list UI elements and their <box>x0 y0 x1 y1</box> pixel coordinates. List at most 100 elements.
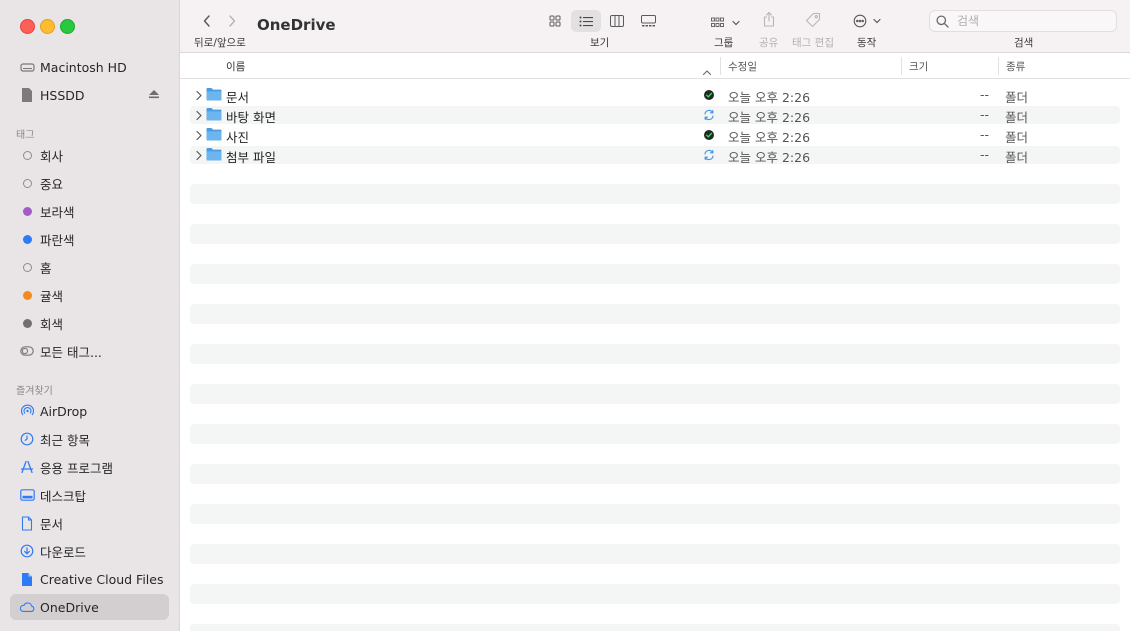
empty-row-stripe <box>190 224 1120 244</box>
column-header-bar: 이름 수정일 크기 종류 <box>180 53 1130 79</box>
search-field[interactable] <box>929 10 1117 32</box>
file-row[interactable]: 문서 오늘 오후 2:26 -- 폴더 <box>190 86 1120 105</box>
empty-row-stripe <box>190 264 1120 284</box>
action-label: 동작 <box>857 37 877 49</box>
columns-icon <box>610 15 624 27</box>
sidebar-item-label: 회색 <box>40 316 64 332</box>
sidebar-item-label: 파란색 <box>40 232 75 248</box>
sidebar-tag-blue[interactable]: 파란색 <box>10 226 169 252</box>
minimize-window-button[interactable] <box>40 19 55 34</box>
share-label: 공유 <box>759 37 779 49</box>
sidebar-item-onedrive[interactable]: OneDrive <box>10 594 169 620</box>
sidebar-item-label: 보라색 <box>40 204 75 220</box>
file-modified: 오늘 오후 2:26 <box>728 130 811 145</box>
external-drive-icon <box>19 87 35 103</box>
tag-dot-icon <box>19 231 35 247</box>
folder-icon <box>206 107 222 124</box>
disclosure-chevron-icon[interactable] <box>195 89 203 104</box>
gallery-view-button[interactable] <box>633 10 663 32</box>
zoom-window-button[interactable] <box>60 19 75 34</box>
sidebar-item-label: Macintosh HD <box>40 59 127 75</box>
empty-row-stripe <box>190 424 1120 444</box>
file-row[interactable]: 첨부 파일 오늘 오후 2:26 -- 폴더 <box>190 146 1120 165</box>
column-header-modified[interactable]: 수정일 <box>728 59 757 74</box>
sidebar-item-label: Creative Cloud Files <box>40 571 164 587</box>
sidebar-tag-purple[interactable]: 보라색 <box>10 198 169 224</box>
sidebar-item-label: HSSDD <box>40 87 85 103</box>
back-button[interactable] <box>202 13 212 32</box>
finder-window: Macintosh HD HSSDD 태그 회사 중요 보라색 파란색 홈 귤색… <box>0 0 1130 631</box>
share-button[interactable] <box>763 11 775 31</box>
folder-icon <box>206 87 222 104</box>
column-divider[interactable] <box>720 57 721 75</box>
file-name: 첨부 파일 <box>226 150 276 165</box>
disclosure-chevron-icon[interactable] <box>195 109 203 124</box>
sidebar-item-documents[interactable]: 문서 <box>10 510 169 536</box>
clock-icon <box>19 431 35 447</box>
sidebar-tag-home[interactable]: 홈 <box>10 254 169 280</box>
file-modified: 오늘 오후 2:26 <box>728 90 811 105</box>
sidebar-item-macintosh-hd[interactable]: Macintosh HD <box>10 54 169 80</box>
all-tags-icon <box>19 343 35 359</box>
file-modified: 오늘 오후 2:26 <box>728 110 811 125</box>
sync-in-progress-icon <box>703 149 715 161</box>
disclosure-chevron-icon[interactable] <box>195 149 203 164</box>
file-kind: 폴더 <box>1005 130 1029 145</box>
sidebar-item-label: AirDrop <box>40 403 88 419</box>
document-icon <box>19 515 35 531</box>
grid-icon <box>549 15 561 27</box>
file-kind: 폴더 <box>1005 90 1029 105</box>
column-divider[interactable] <box>998 57 999 75</box>
icon-view-button[interactable] <box>540 10 570 32</box>
sidebar-item-applications[interactable]: 응용 프로그램 <box>10 454 169 480</box>
empty-row-stripe <box>190 624 1120 631</box>
sidebar-item-downloads[interactable]: 다운로드 <box>10 538 169 564</box>
sidebar-item-creative-cloud-files[interactable]: Creative Cloud Files <box>10 566 169 592</box>
sidebar-tag-important[interactable]: 중요 <box>10 170 169 196</box>
tag-dot-icon <box>19 315 35 331</box>
sidebar-item-hssdd[interactable]: HSSDD <box>10 82 169 108</box>
edit-tags-button[interactable] <box>805 12 821 32</box>
file-row[interactable]: 바탕 화면 오늘 오후 2:26 -- 폴더 <box>190 106 1120 125</box>
sidebar-tag-gray[interactable]: 회색 <box>10 310 169 336</box>
empty-row-stripe <box>190 544 1120 564</box>
sidebar-all-tags[interactable]: 모든 태그... <box>10 338 169 364</box>
file-name: 문서 <box>226 90 250 105</box>
sidebar-item-desktop[interactable]: 데스크탑 <box>10 482 169 508</box>
sidebar-tag-company[interactable]: 회사 <box>10 142 169 168</box>
column-header-name[interactable]: 이름 <box>226 59 245 74</box>
sidebar-item-label: 문서 <box>40 516 64 532</box>
file-name: 바탕 화면 <box>226 110 276 125</box>
column-header-size[interactable]: 크기 <box>909 59 928 74</box>
ellipsis-circle-icon <box>853 14 881 28</box>
tags-section-header: 태그 <box>16 130 35 141</box>
sidebar-item-airdrop[interactable]: AirDrop <box>10 398 169 424</box>
close-window-button[interactable] <box>20 19 35 34</box>
airdrop-icon <box>19 403 35 419</box>
forward-button[interactable] <box>227 13 237 32</box>
sidebar-tag-orange[interactable]: 귤색 <box>10 282 169 308</box>
action-menu-button[interactable] <box>853 13 883 32</box>
search-icon <box>936 14 949 28</box>
group-button[interactable] <box>711 14 741 33</box>
list-view-button[interactable] <box>571 10 601 32</box>
sidebar-item-recents[interactable]: 최근 항목 <box>10 426 169 452</box>
search-input[interactable] <box>955 13 1109 29</box>
column-divider[interactable] <box>901 57 902 75</box>
group-label: 그룹 <box>714 37 734 49</box>
group-icon <box>711 17 740 27</box>
file-kind: 폴더 <box>1005 110 1029 125</box>
sidebar-item-label: OneDrive <box>40 599 99 615</box>
sort-ascending-icon[interactable] <box>702 61 712 80</box>
file-kind: 폴더 <box>1005 150 1029 165</box>
internal-disk-icon <box>19 59 35 75</box>
file-size: -- <box>980 107 990 122</box>
eject-icon[interactable] <box>148 88 160 100</box>
file-row[interactable]: 사진 오늘 오후 2:26 -- 폴더 <box>190 126 1120 145</box>
empty-row-stripe <box>190 184 1120 204</box>
folder-icon <box>206 127 222 144</box>
applications-icon <box>19 459 35 475</box>
disclosure-chevron-icon[interactable] <box>195 129 203 144</box>
column-view-button[interactable] <box>602 10 632 32</box>
column-header-kind[interactable]: 종류 <box>1006 59 1025 74</box>
